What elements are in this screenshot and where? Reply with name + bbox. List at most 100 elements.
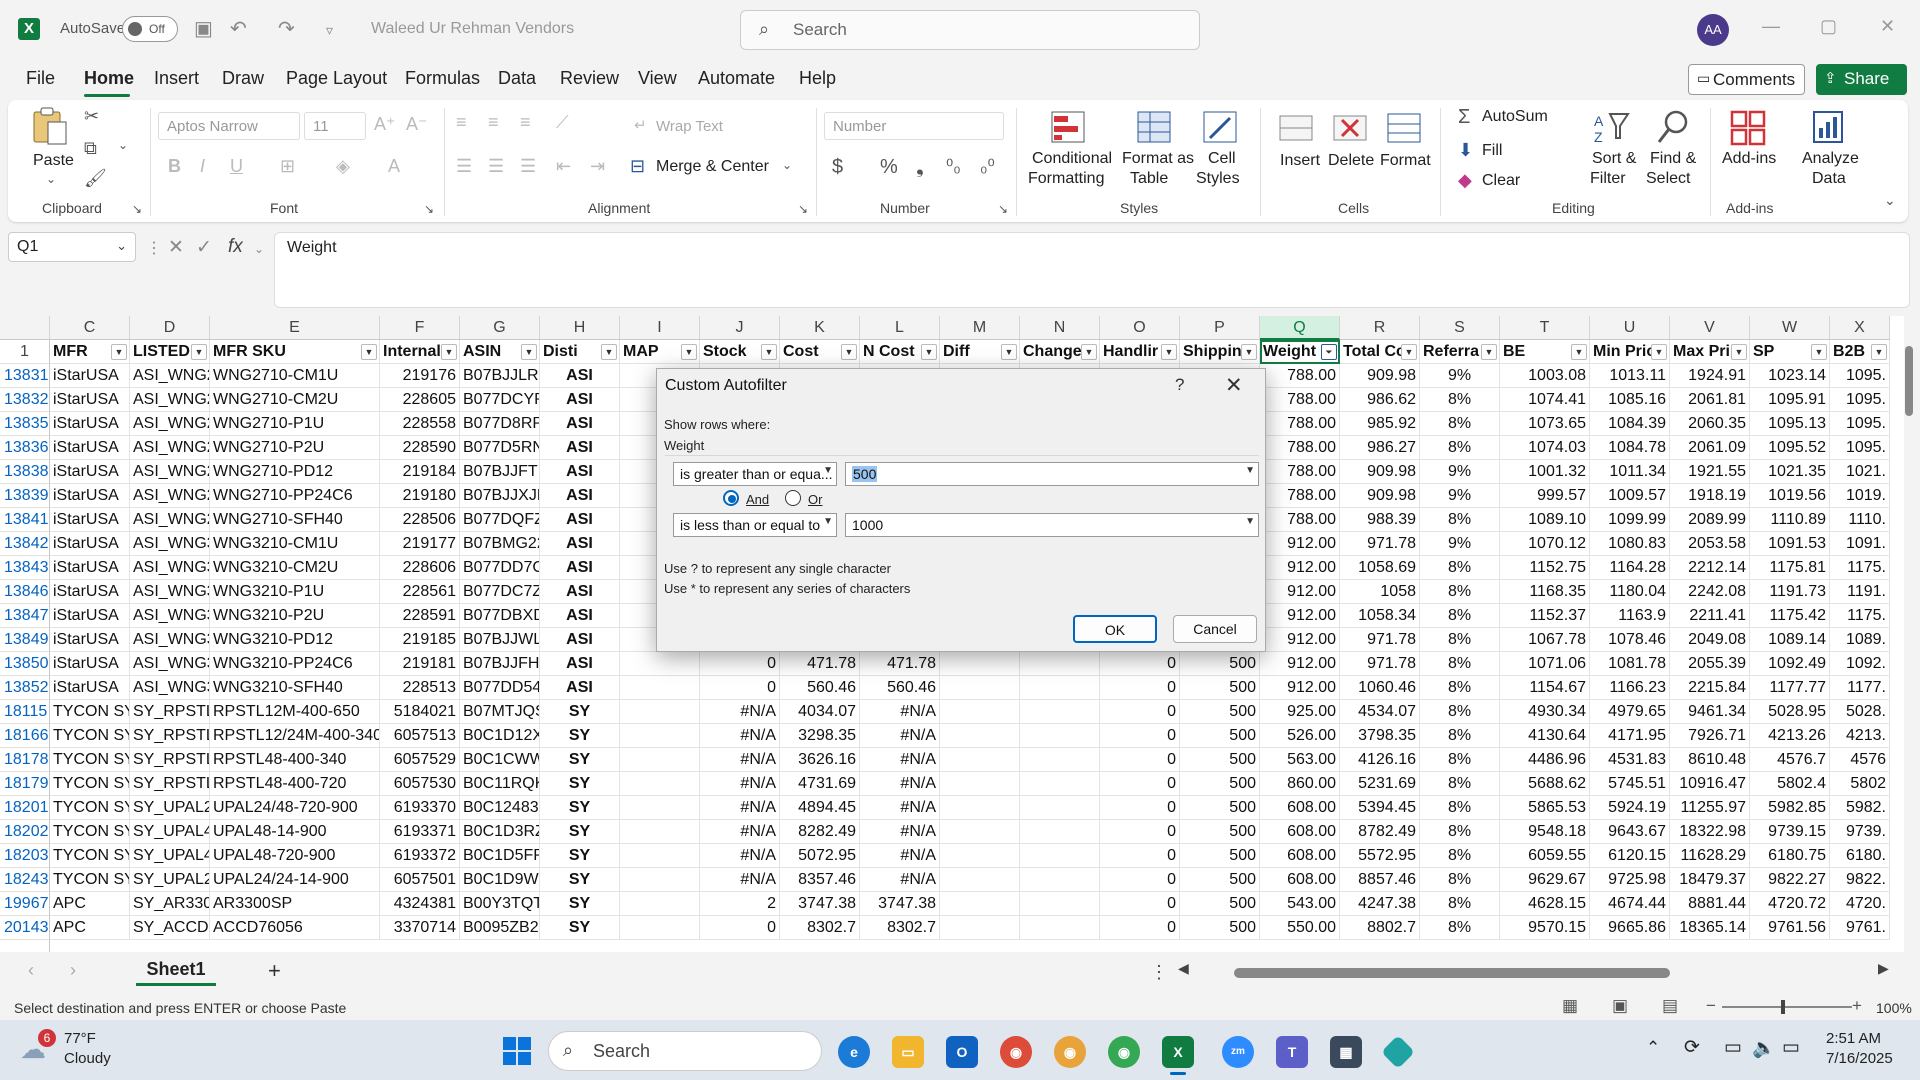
format-as-table-icon[interactable] <box>1136 108 1174 148</box>
table-cell[interactable]: WNG2710-PP24C6 <box>210 484 380 508</box>
more-options-icon[interactable]: ⋮ <box>146 238 162 258</box>
merge-center-button[interactable]: Merge & Center <box>656 158 769 176</box>
format-cells-icon[interactable] <box>1386 108 1424 148</box>
fill-button[interactable]: Fill <box>1482 142 1502 160</box>
table-cell[interactable]: #N/A <box>700 844 780 868</box>
table-cell[interactable]: 8% <box>1420 556 1500 580</box>
table-cell[interactable]: 1060.46 <box>1340 676 1420 700</box>
maximize-icon[interactable]: ▢ <box>1820 16 1837 37</box>
table-cell[interactable]: 1164.28 <box>1590 556 1670 580</box>
table-cell[interactable]: 18479.37 <box>1670 868 1750 892</box>
analyze-data-icon[interactable] <box>1810 108 1848 148</box>
table-cell[interactable]: 1009.57 <box>1590 484 1670 508</box>
table-cell[interactable]: 9629.67 <box>1500 868 1590 892</box>
table-cell[interactable]: 2049.08 <box>1670 628 1750 652</box>
table-cell[interactable]: 2242.08 <box>1670 580 1750 604</box>
tab-file[interactable]: File <box>26 68 55 89</box>
table-cell[interactable]: 2053.58 <box>1670 532 1750 556</box>
table-cell[interactable] <box>1020 724 1100 748</box>
select-all-corner[interactable] <box>0 316 50 340</box>
table-cell[interactable]: 1918.19 <box>1670 484 1750 508</box>
table-cell[interactable]: 7926.71 <box>1670 724 1750 748</box>
table-cell[interactable]: 5231.69 <box>1340 772 1420 796</box>
table-cell[interactable]: TYCON SY <box>50 772 130 796</box>
table-cell[interactable]: 8% <box>1420 724 1500 748</box>
table-cell[interactable]: ASI <box>540 460 620 484</box>
table-cell[interactable]: ASI <box>540 364 620 388</box>
table-cell[interactable]: 219177 <box>380 532 460 556</box>
table-cell[interactable]: 788.00 <box>1260 436 1340 460</box>
table-cell[interactable]: SY <box>540 892 620 916</box>
cut-icon[interactable]: ✂ <box>84 106 99 127</box>
table-cell[interactable]: 2055.39 <box>1670 652 1750 676</box>
middle-align-icon[interactable]: ≡ <box>488 112 499 133</box>
table-cell[interactable]: 1089.10 <box>1500 508 1590 532</box>
table-cell[interactable]: 5924.19 <box>1590 796 1670 820</box>
sync-icon[interactable]: ⟳ <box>1684 1036 1700 1059</box>
table-cell[interactable]: 4930.34 <box>1500 700 1590 724</box>
table-cell[interactable]: 219181 <box>380 652 460 676</box>
autosum-button[interactable]: AutoSum <box>1482 108 1548 126</box>
decrease-decimal-icon[interactable]: ₀⁰ <box>980 156 995 177</box>
column-header-f[interactable]: F <box>380 316 460 340</box>
table-cell[interactable]: 5028. <box>1830 700 1890 724</box>
table-cell[interactable]: 0 <box>1100 916 1180 940</box>
table-cell[interactable]: ASI <box>540 676 620 700</box>
table-cell[interactable]: 500 <box>1180 796 1260 820</box>
table-cell[interactable]: ASI_WNG3 <box>130 532 210 556</box>
table-cell[interactable]: 1092. <box>1830 652 1890 676</box>
table-cell[interactable] <box>940 916 1020 940</box>
table-cell[interactable]: 5688.62 <box>1500 772 1590 796</box>
table-cell[interactable]: 8% <box>1420 436 1500 460</box>
table-cell[interactable]: TYCON SY <box>50 700 130 724</box>
table-cell[interactable]: TYCON SY <box>50 844 130 868</box>
conditional-formatting-icon[interactable] <box>1050 108 1088 148</box>
table-cell[interactable]: 8% <box>1420 772 1500 796</box>
tab-review[interactable]: Review <box>560 68 619 89</box>
table-cell[interactable]: 8% <box>1420 652 1500 676</box>
wrap-text-icon[interactable]: ↵ <box>634 116 647 134</box>
filter-dropdown-icon[interactable]: ▼ <box>681 344 697 360</box>
table-cell[interactable]: SY <box>540 820 620 844</box>
table-cell[interactable]: 9761.56 <box>1750 916 1830 940</box>
column-header-t[interactable]: T <box>1500 316 1590 340</box>
table-cell[interactable]: 1021.35 <box>1750 460 1830 484</box>
table-cell[interactable]: 912.00 <box>1260 628 1340 652</box>
add-ins-button[interactable]: Add-ins <box>1722 150 1776 168</box>
table-cell[interactable]: 6120.15 <box>1590 844 1670 868</box>
table-cell[interactable]: 500 <box>1180 892 1260 916</box>
table-cell[interactable]: 8302.7 <box>860 916 940 940</box>
table-cell[interactable]: B07BJJWLZ <box>460 628 540 652</box>
table-cell[interactable]: B077DD54 <box>460 676 540 700</box>
table-cell[interactable]: iStarUSA <box>50 364 130 388</box>
table-cell[interactable] <box>1020 868 1100 892</box>
table-cell[interactable] <box>940 868 1020 892</box>
table-cell[interactable]: 999.57 <box>1500 484 1590 508</box>
paste-label[interactable]: Paste <box>33 152 74 170</box>
column-header-e[interactable]: E <box>210 316 380 340</box>
table-cell[interactable]: 11255.97 <box>1670 796 1750 820</box>
table-cell[interactable]: 1168.35 <box>1500 580 1590 604</box>
value-1-combobox[interactable]: 500 ▼ <box>845 462 1259 486</box>
autosave-toggle[interactable]: Off <box>122 16 178 42</box>
table-cell[interactable]: WNG2710-CM2U <box>210 388 380 412</box>
conditional-formatting-label1[interactable]: Conditional <box>1032 150 1112 168</box>
table-cell[interactable]: SY <box>540 772 620 796</box>
table-cell[interactable]: 986.27 <box>1340 436 1420 460</box>
table-cell[interactable]: 9% <box>1420 532 1500 556</box>
table-cell[interactable]: AR3300SP <box>210 892 380 916</box>
filter-dropdown-icon[interactable]: ▼ <box>1401 344 1417 360</box>
decrease-font-icon[interactable]: A⁻ <box>406 114 428 135</box>
table-cell[interactable]: 500 <box>1180 772 1260 796</box>
table-cell[interactable]: 8802.7 <box>1340 916 1420 940</box>
tab-draw[interactable]: Draw <box>222 68 264 89</box>
table-cell[interactable]: 219176 <box>380 364 460 388</box>
table-cell[interactable]: B0C1D9W <box>460 868 540 892</box>
table-cell[interactable]: iStarUSA <box>50 412 130 436</box>
teams-icon[interactable]: T <box>1276 1036 1308 1068</box>
fill-icon[interactable]: ⬇ <box>1458 140 1473 161</box>
table-cell[interactable]: iStarUSA <box>50 556 130 580</box>
table-cell[interactable] <box>1020 916 1100 940</box>
table-cell[interactable]: ASI_WNG3 <box>130 604 210 628</box>
table-cell[interactable]: B0C1D12X <box>460 724 540 748</box>
